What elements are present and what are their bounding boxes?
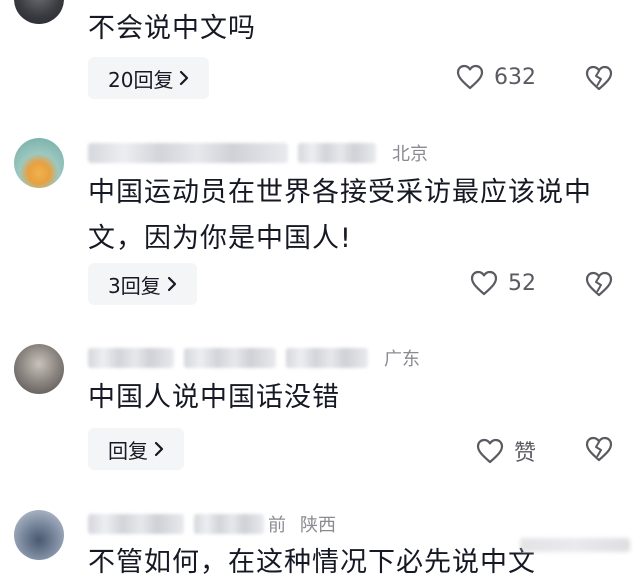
like-count: 赞 [514,441,537,466]
location-label: 广东 [384,349,420,370]
dislike-button[interactable] [585,65,613,91]
dislike-button[interactable] [585,436,613,462]
author-name-extra [298,143,376,163]
dislike-button[interactable] [585,271,613,297]
location-label: 北京 [392,144,428,165]
chevron-right-icon [179,70,189,86]
comment-text: 中国人说中国话没错 [88,382,340,413]
chevron-right-icon [167,276,177,292]
author-name[interactable] [88,348,174,368]
avatar[interactable] [14,344,64,394]
broken-heart-icon [585,436,613,462]
heart-icon [470,270,498,296]
like-button[interactable]: 632 [456,64,536,90]
broken-heart-icon [585,65,613,91]
chevron-right-icon [154,441,164,457]
reply-button[interactable]: 20回复 [88,57,210,99]
time-label: 前 [268,515,286,536]
like-button[interactable]: 赞 [476,435,536,467]
comment-meta: 北京 [88,140,428,166]
avatar[interactable] [14,0,64,24]
reply-label: 3回复 [108,273,161,298]
reply-button[interactable]: 3回复 [88,263,197,305]
reply-label: 20回复 [108,67,174,92]
location-label: 陕西 [300,515,336,536]
broken-heart-icon [585,271,613,297]
heart-icon [456,64,484,90]
heart-icon [476,438,504,464]
like-count: 632 [494,64,536,90]
author-name-extra [286,348,368,368]
comment-text: 中国运动员在世界各接受采访最应该说中文，因为你是中国人! [88,177,592,254]
author-name[interactable] [88,143,288,163]
author-name[interactable] [88,514,184,534]
author-name-extra [184,348,276,368]
comment-meta: 前 陕西 [88,511,336,537]
comment-text: 不会说中文吗 [88,13,256,44]
reply-label: 回复 [108,438,148,463]
reply-button[interactable]: 回复 [88,428,184,470]
author-name-extra [194,514,264,534]
comment-meta: 广东 [88,345,420,371]
like-button[interactable]: 52 [470,270,536,296]
like-count: 52 [508,270,536,296]
avatar[interactable] [14,510,64,560]
watermark [520,538,630,552]
avatar[interactable] [14,138,64,188]
